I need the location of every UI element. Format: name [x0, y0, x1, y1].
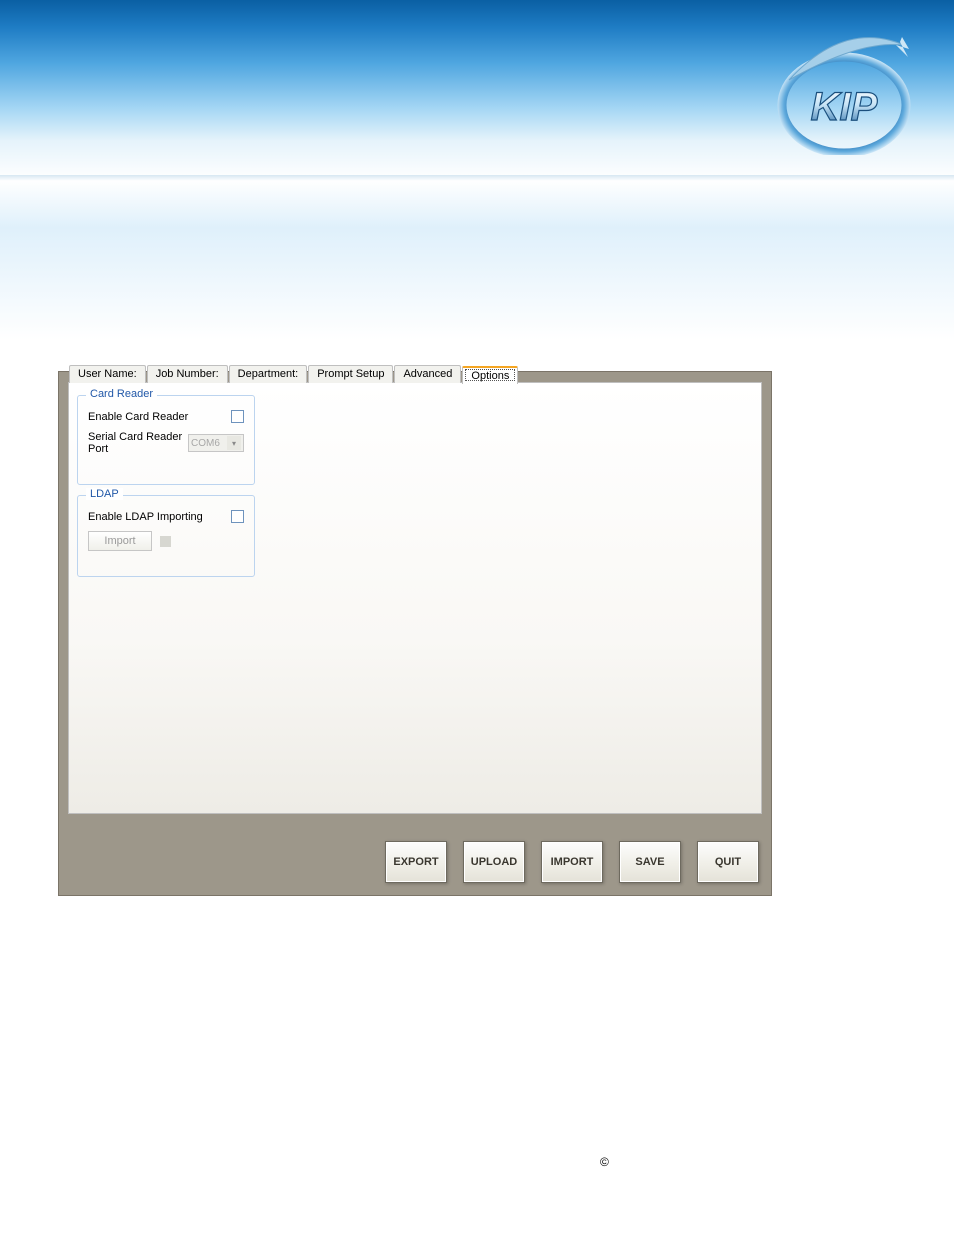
- groupbox-ldap: LDAP Enable LDAP Importing Import: [77, 495, 255, 577]
- logo-text: KIP: [811, 85, 878, 129]
- tab-bar: User Name: Job Number: Department: Promp…: [69, 365, 519, 383]
- row-enable-ldap: Enable LDAP Importing: [88, 510, 244, 523]
- button-ldap-import[interactable]: Import: [88, 531, 152, 551]
- checkbox-enable-ldap[interactable]: [231, 510, 244, 523]
- row-card-reader-port: Serial Card Reader Port COM6 ▾: [88, 431, 244, 455]
- export-button[interactable]: EXPORT: [385, 841, 447, 883]
- groupbox-card-reader: Card Reader Enable Card Reader Serial Ca…: [77, 395, 255, 485]
- copyright-symbol: ©: [600, 1155, 609, 1169]
- quit-button[interactable]: QUIT: [697, 841, 759, 883]
- app-window: User Name: Job Number: Department: Promp…: [58, 371, 772, 896]
- footer-button-bar: EXPORT UPLOAD IMPORT SAVE QUIT: [385, 841, 759, 883]
- header-divider: [0, 175, 954, 181]
- header-banner: KIP: [0, 0, 954, 180]
- row-ldap-import: Import: [88, 531, 244, 551]
- save-button[interactable]: SAVE: [619, 841, 681, 883]
- row-enable-card-reader: Enable Card Reader: [88, 410, 244, 423]
- ldap-import-indicator: [160, 536, 171, 547]
- tab-prompt-setup[interactable]: Prompt Setup: [308, 365, 393, 383]
- tab-job-number[interactable]: Job Number:: [147, 365, 228, 383]
- sky-fade: [0, 180, 954, 340]
- tab-options[interactable]: Options: [462, 366, 518, 384]
- kip-logo: KIP: [769, 35, 919, 155]
- groupbox-legend-card-reader: Card Reader: [86, 388, 157, 400]
- tab-advanced[interactable]: Advanced: [394, 365, 461, 383]
- label-card-reader-port: Serial Card Reader Port: [88, 431, 188, 455]
- tab-user-name[interactable]: User Name:: [69, 365, 146, 383]
- chevron-down-icon: ▾: [227, 436, 241, 450]
- tab-department[interactable]: Department:: [229, 365, 308, 383]
- combo-card-reader-port-value: COM6: [191, 438, 220, 449]
- tab-panel: User Name: Job Number: Department: Promp…: [68, 382, 762, 814]
- groupbox-legend-ldap: LDAP: [86, 488, 123, 500]
- label-enable-card-reader: Enable Card Reader: [88, 411, 231, 423]
- checkbox-enable-card-reader[interactable]: [231, 410, 244, 423]
- label-enable-ldap: Enable LDAP Importing: [88, 511, 231, 523]
- import-button[interactable]: IMPORT: [541, 841, 603, 883]
- combo-card-reader-port[interactable]: COM6 ▾: [188, 434, 244, 452]
- upload-button[interactable]: UPLOAD: [463, 841, 525, 883]
